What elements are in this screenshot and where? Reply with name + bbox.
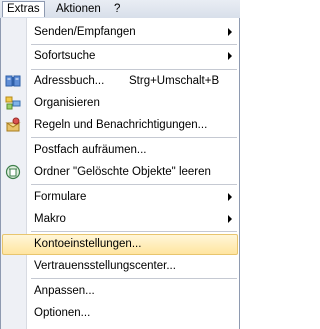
menu-help-label: ? [114,3,121,15]
menu-item-anpassen[interactable]: Anpassen... [1,280,239,302]
menu-aktionen[interactable]: Aktionen [52,1,105,17]
menu-separator [31,278,237,279]
menu-item-label: Optionen... [34,307,91,319]
menu-item-label: Organisieren [34,97,100,109]
menu-item-label: Postfach aufräumen... [34,144,147,156]
menu-item-label: Adressbuch... [34,75,105,87]
menu-item-optionen[interactable]: Optionen... [1,302,239,324]
menu-item-formulare[interactable]: Formulare [1,186,239,208]
menu-separator [31,231,237,232]
shortcut-label: Strg+Umschalt+B [129,75,220,87]
menu-item-label: Kontoeinstellungen... [34,238,142,250]
menu-item-label: Anpassen... [34,285,95,297]
menu-item-label: Makro [34,213,66,225]
organize-icon [5,96,21,110]
menu-item-geloeschte-objekte-leeren[interactable]: Ordner "Gelöschte Objekte" leeren [1,161,239,183]
submenu-arrow-icon [228,215,232,223]
menu-item-kontoeinstellungen[interactable]: Kontoeinstellungen... [1,233,239,255]
menu-item-adressbuch[interactable]: Adressbuch... Strg+Umschalt+B [1,70,239,92]
submenu-arrow-icon [228,193,232,201]
menu-extras[interactable]: Extras [2,1,45,17]
menu-item-label: Formulare [34,191,87,203]
menu-item-label: Sofortsuche [34,50,96,62]
extras-dropdown-menu: Senden/Empfangen Sofortsuche Adressbuch.… [0,18,240,329]
menu-item-makro[interactable]: Makro [1,208,239,230]
menu-item-label: Regeln und Benachrichtigungen... [34,119,208,131]
menu-item-senden-empfangen[interactable]: Senden/Empfangen [1,21,239,43]
menu-bar: Extras Aktionen ? [0,0,240,19]
menu-separator [31,184,237,185]
menu-item-label: Vertrauensstellungscenter... [34,260,176,272]
address-book-icon [5,75,21,87]
menu-item-label: Ordner "Gelöschte Objekte" leeren [34,166,211,178]
menu-item-postfach-aufraeumen[interactable]: Postfach aufräumen... [1,139,239,161]
menu-aktionen-label: Aktionen [56,3,101,15]
menu-help[interactable]: ? [110,1,124,17]
submenu-arrow-icon [228,52,232,60]
menu-item-vertrauensstellungscenter[interactable]: Vertrauensstellungscenter... [1,255,239,277]
menu-separator [31,137,237,138]
menu-item-organisieren[interactable]: Organisieren [1,92,239,114]
menu-item-label: Senden/Empfangen [34,26,136,38]
menu-extras-label: Extras [7,3,40,15]
menu-item-sofortsuche[interactable]: Sofortsuche [1,45,239,67]
rules-icon [5,117,21,132]
submenu-arrow-icon [228,28,232,36]
empty-folder-icon [5,164,21,180]
menu-item-regeln[interactable]: Regeln und Benachrichtigungen... [1,114,239,136]
